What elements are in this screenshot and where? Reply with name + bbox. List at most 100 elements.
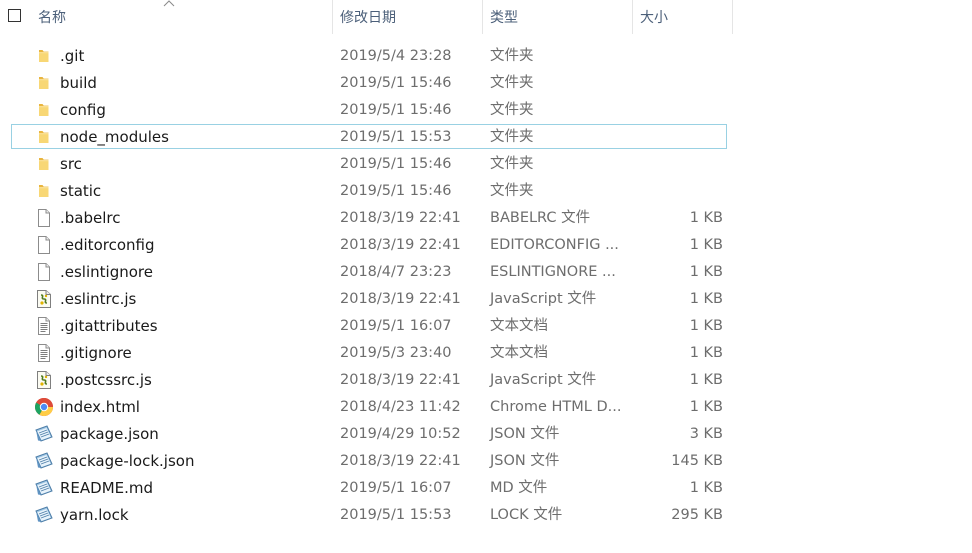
file-name: .gitattributes	[60, 317, 158, 335]
file-type: 文件夹	[490, 156, 534, 172]
file-type: 文本文档	[490, 345, 548, 361]
file-size: 1 KB	[689, 264, 723, 280]
file-name: package.json	[60, 425, 159, 443]
file-row[interactable]: package.json 2019/4/29 10:52 JSON 文件 3 KB	[0, 421, 972, 448]
file-modified-date: 2019/5/3 23:40	[340, 345, 452, 361]
file-modified-date: 2018/3/19 22:41	[340, 237, 461, 253]
file-row[interactable]: yarn.lock 2019/5/1 15:53 LOCK 文件 295 KB	[0, 502, 972, 529]
file-modified-date: 2019/5/1 15:46	[340, 156, 452, 172]
column-header-size-label: 大小	[640, 10, 668, 26]
file-row[interactable]: .gitignore 2019/5/3 23:40 文本文档 1 KB	[0, 340, 972, 367]
file-type: JavaScript 文件	[490, 291, 597, 307]
folder-icon	[34, 181, 54, 201]
select-all-checkbox[interactable]	[8, 9, 21, 22]
file-type: 文件夹	[490, 48, 534, 64]
file-size: 145 KB	[671, 453, 723, 469]
file-row[interactable]: .eslintignore 2018/4/7 23:23 ESLINTIGNORE …	[0, 259, 972, 286]
file-modified-date: 2018/3/19 22:41	[340, 210, 461, 226]
file-row[interactable]: build 2019/5/1 15:46 文件夹	[0, 70, 972, 97]
file-row[interactable]: .editorconfig 2018/3/19 22:41 EDITORCONFIG…	[0, 232, 972, 259]
column-header-size[interactable]: 大小	[640, 0, 732, 34]
file-type: 文件夹	[490, 75, 534, 91]
column-divider[interactable]	[332, 0, 333, 34]
file-name: .eslintrc.js	[60, 290, 137, 308]
file-row[interactable]: .gitattributes 2019/5/1 16:07 文本文档 1 KB	[0, 313, 972, 340]
file-row[interactable]: .eslintrc.js 2018/3/19 22:41 JavaScript 文件…	[0, 286, 972, 313]
file-row[interactable]: .git 2019/5/4 23:28 文件夹	[0, 43, 972, 70]
column-header-date[interactable]: 修改日期	[340, 0, 480, 34]
file-size	[640, 70, 723, 97]
file-modified-date: 2019/5/1 15:53	[340, 129, 452, 145]
file-type: MD 文件	[490, 480, 548, 496]
column-divider[interactable]	[482, 0, 483, 34]
file-list: .git 2019/5/4 23:28 文件夹 build 2019/5/1 15:46…	[0, 43, 972, 529]
column-divider[interactable]	[632, 0, 633, 34]
file-row[interactable]: package-lock.json 2018/3/19 22:41 JSON 文件 1…	[0, 448, 972, 475]
file-type: Chrome HTML D...	[490, 399, 622, 415]
sort-ascending-icon	[163, 0, 175, 7]
file-size: 1 KB	[689, 237, 723, 253]
notepad-file-icon	[34, 505, 54, 525]
file-name: src	[60, 155, 82, 173]
blank-file-icon	[34, 262, 54, 282]
file-modified-date: 2019/5/1 15:46	[340, 102, 452, 118]
file-modified-date: 2019/5/1 16:07	[340, 480, 452, 496]
file-name: .gitignore	[60, 344, 132, 362]
file-name: index.html	[60, 398, 140, 416]
file-size: 1 KB	[689, 399, 723, 415]
column-header-name[interactable]: 名称	[38, 0, 332, 34]
file-size: 1 KB	[689, 291, 723, 307]
folder-icon	[34, 154, 54, 174]
column-header-type-label: 类型	[490, 10, 518, 26]
column-header-type[interactable]: 类型	[490, 0, 630, 34]
file-row[interactable]: node_modules 2019/5/1 15:53 文件夹	[0, 124, 972, 151]
file-row[interactable]: config 2019/5/1 15:46 文件夹	[0, 97, 972, 124]
column-header-name-label: 名称	[38, 10, 66, 26]
file-type: 文本文档	[490, 318, 548, 334]
file-type: JavaScript 文件	[490, 372, 597, 388]
file-size	[640, 124, 723, 151]
file-modified-date: 2018/4/23 11:42	[340, 399, 461, 415]
file-type: ESLINTIGNORE ...	[490, 264, 616, 280]
folder-icon	[34, 127, 54, 147]
file-row[interactable]: .postcssrc.js 2018/3/19 22:41 JavaScript 文…	[0, 367, 972, 394]
file-type: JSON 文件	[490, 453, 560, 469]
folder-icon	[34, 100, 54, 120]
file-name: .eslintignore	[60, 263, 153, 281]
javascript-file-icon	[34, 370, 54, 390]
file-row[interactable]: index.html 2018/4/23 11:42 Chrome HTML D..…	[0, 394, 972, 421]
folder-icon	[34, 46, 54, 66]
file-row[interactable]: src 2019/5/1 15:46 文件夹	[0, 151, 972, 178]
notepad-file-icon	[34, 424, 54, 444]
file-row[interactable]: README.md 2019/5/1 16:07 MD 文件 1 KB	[0, 475, 972, 502]
notepad-file-icon	[34, 451, 54, 471]
folder-icon	[34, 73, 54, 93]
file-modified-date: 2019/5/1 15:46	[340, 75, 452, 91]
file-name: build	[60, 74, 97, 92]
blank-file-icon	[34, 235, 54, 255]
file-name: .postcssrc.js	[60, 371, 152, 389]
text-file-icon	[34, 343, 54, 363]
file-modified-date: 2018/4/7 23:23	[340, 264, 452, 280]
file-size: 295 KB	[671, 507, 723, 523]
file-size	[640, 151, 723, 178]
file-modified-date: 2018/3/19 22:41	[340, 453, 461, 469]
file-name: config	[60, 101, 106, 119]
file-type: JSON 文件	[490, 426, 560, 442]
file-size: 1 KB	[689, 372, 723, 388]
file-size	[640, 97, 723, 124]
blank-file-icon	[34, 208, 54, 228]
file-modified-date: 2019/4/29 10:52	[340, 426, 461, 442]
file-size	[640, 178, 723, 205]
file-row[interactable]: .babelrc 2018/3/19 22:41 BABELRC 文件 1 KB	[0, 205, 972, 232]
column-divider[interactable]	[732, 0, 733, 34]
file-modified-date: 2018/3/19 22:41	[340, 372, 461, 388]
chrome-icon	[34, 397, 54, 417]
file-name: package-lock.json	[60, 452, 195, 470]
file-size: 1 KB	[689, 318, 723, 334]
file-modified-date: 2019/5/1 15:53	[340, 507, 452, 523]
column-header-date-label: 修改日期	[340, 10, 396, 26]
file-row[interactable]: static 2019/5/1 15:46 文件夹	[0, 178, 972, 205]
file-type: LOCK 文件	[490, 507, 563, 523]
file-name: README.md	[60, 479, 154, 497]
